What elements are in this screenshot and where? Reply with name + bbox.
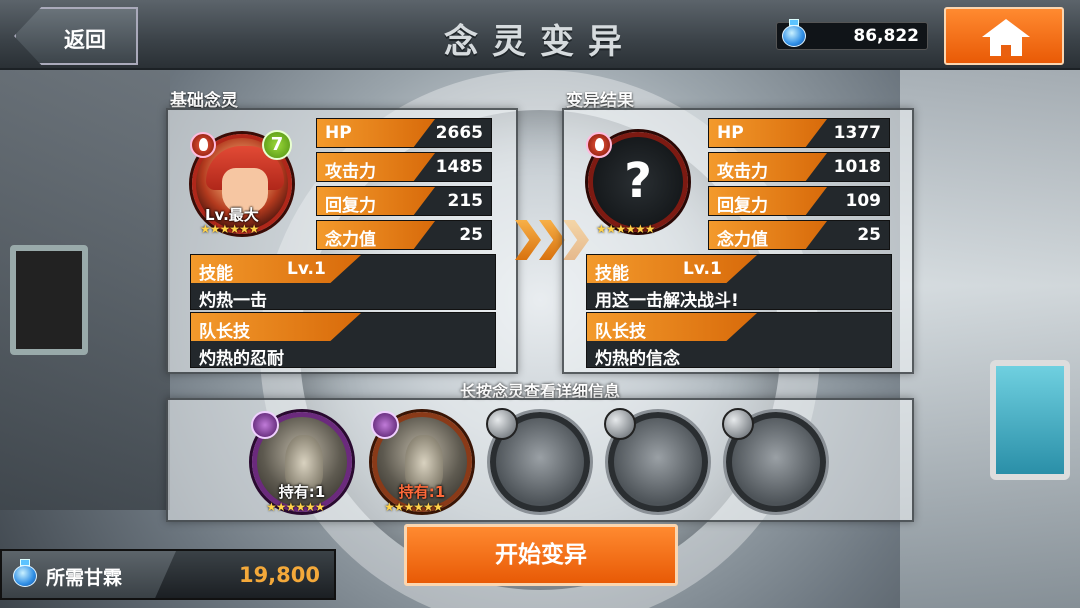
base-stat-recovery: 回复力 215: [316, 186, 492, 216]
moon-element-icon: [371, 411, 399, 439]
potion-icon: [781, 19, 807, 47]
background-lab-right: [900, 70, 1080, 608]
empty-material-slot[interactable]: [486, 408, 590, 512]
level-badge: 7: [262, 130, 292, 160]
base-stat-attack: 攻击力 1485: [316, 152, 492, 182]
mutation-screen: 返回 念灵变异 86,822 基础念灵 7 Lv.最大 ★★★★★★ HP 266…: [0, 0, 1080, 608]
moon-element-icon: [251, 411, 279, 439]
currency-value: 86,822: [853, 26, 919, 46]
result-stat-attack: 攻击力 1018: [708, 152, 890, 182]
materials-panel: 持有:1 ★★★★★★ 持有:1 ★★★★★★: [166, 398, 914, 522]
material-card[interactable]: 持有:1: [251, 411, 352, 512]
home-button[interactable]: [944, 7, 1064, 65]
start-mutation-button[interactable]: 开始变异: [404, 524, 678, 586]
material-stars: ★★★★★★: [266, 500, 326, 514]
empty-material-slot[interactable]: [604, 408, 708, 512]
fire-element-icon: [586, 132, 612, 158]
base-stat-psi: 念力值 25: [316, 220, 492, 250]
empty-material-slot[interactable]: [722, 408, 826, 512]
material-stars: ★★★★★★: [384, 500, 444, 514]
base-panel: 7 Lv.最大 ★★★★★★ HP 2665 攻击力 1485 回复力 215 念力值…: [166, 108, 518, 374]
background-monitor: [10, 245, 88, 355]
currency-display: 86,822: [776, 19, 928, 50]
base-skill: 技能 Lv.1 灼热一击: [190, 254, 496, 311]
fire-element-icon: [190, 132, 216, 158]
top-bar: 返回 念灵变异 86,822: [0, 0, 1080, 70]
cost-label: 所需甘霖: [46, 567, 123, 589]
cost-value: 19,800: [238, 563, 320, 587]
base-leader-skill: 队长技 灼热的忍耐: [190, 312, 496, 369]
material-card[interactable]: 持有:1: [371, 411, 472, 512]
potion-icon: [12, 559, 38, 587]
base-stars: ★★★★★★: [200, 222, 260, 236]
result-panel: ? ★★★★★★ HP 1377 攻击力 1018 回复力 109 念力值 25 技能 …: [562, 108, 914, 374]
result-stars: ★★★★★★: [596, 222, 656, 236]
result-stat-hp: HP 1377: [708, 118, 890, 148]
result-stat-psi: 念力值 25: [708, 220, 890, 250]
result-skill: 技能 Lv.1 用这一击解决战斗!: [586, 254, 892, 311]
cost-display: 所需甘霖 19,800: [0, 549, 336, 600]
result-leader-skill: 队长技 灼热的信念: [586, 312, 892, 369]
base-stat-hp: HP 2665: [316, 118, 492, 148]
result-stat-recovery: 回复力 109: [708, 186, 890, 216]
